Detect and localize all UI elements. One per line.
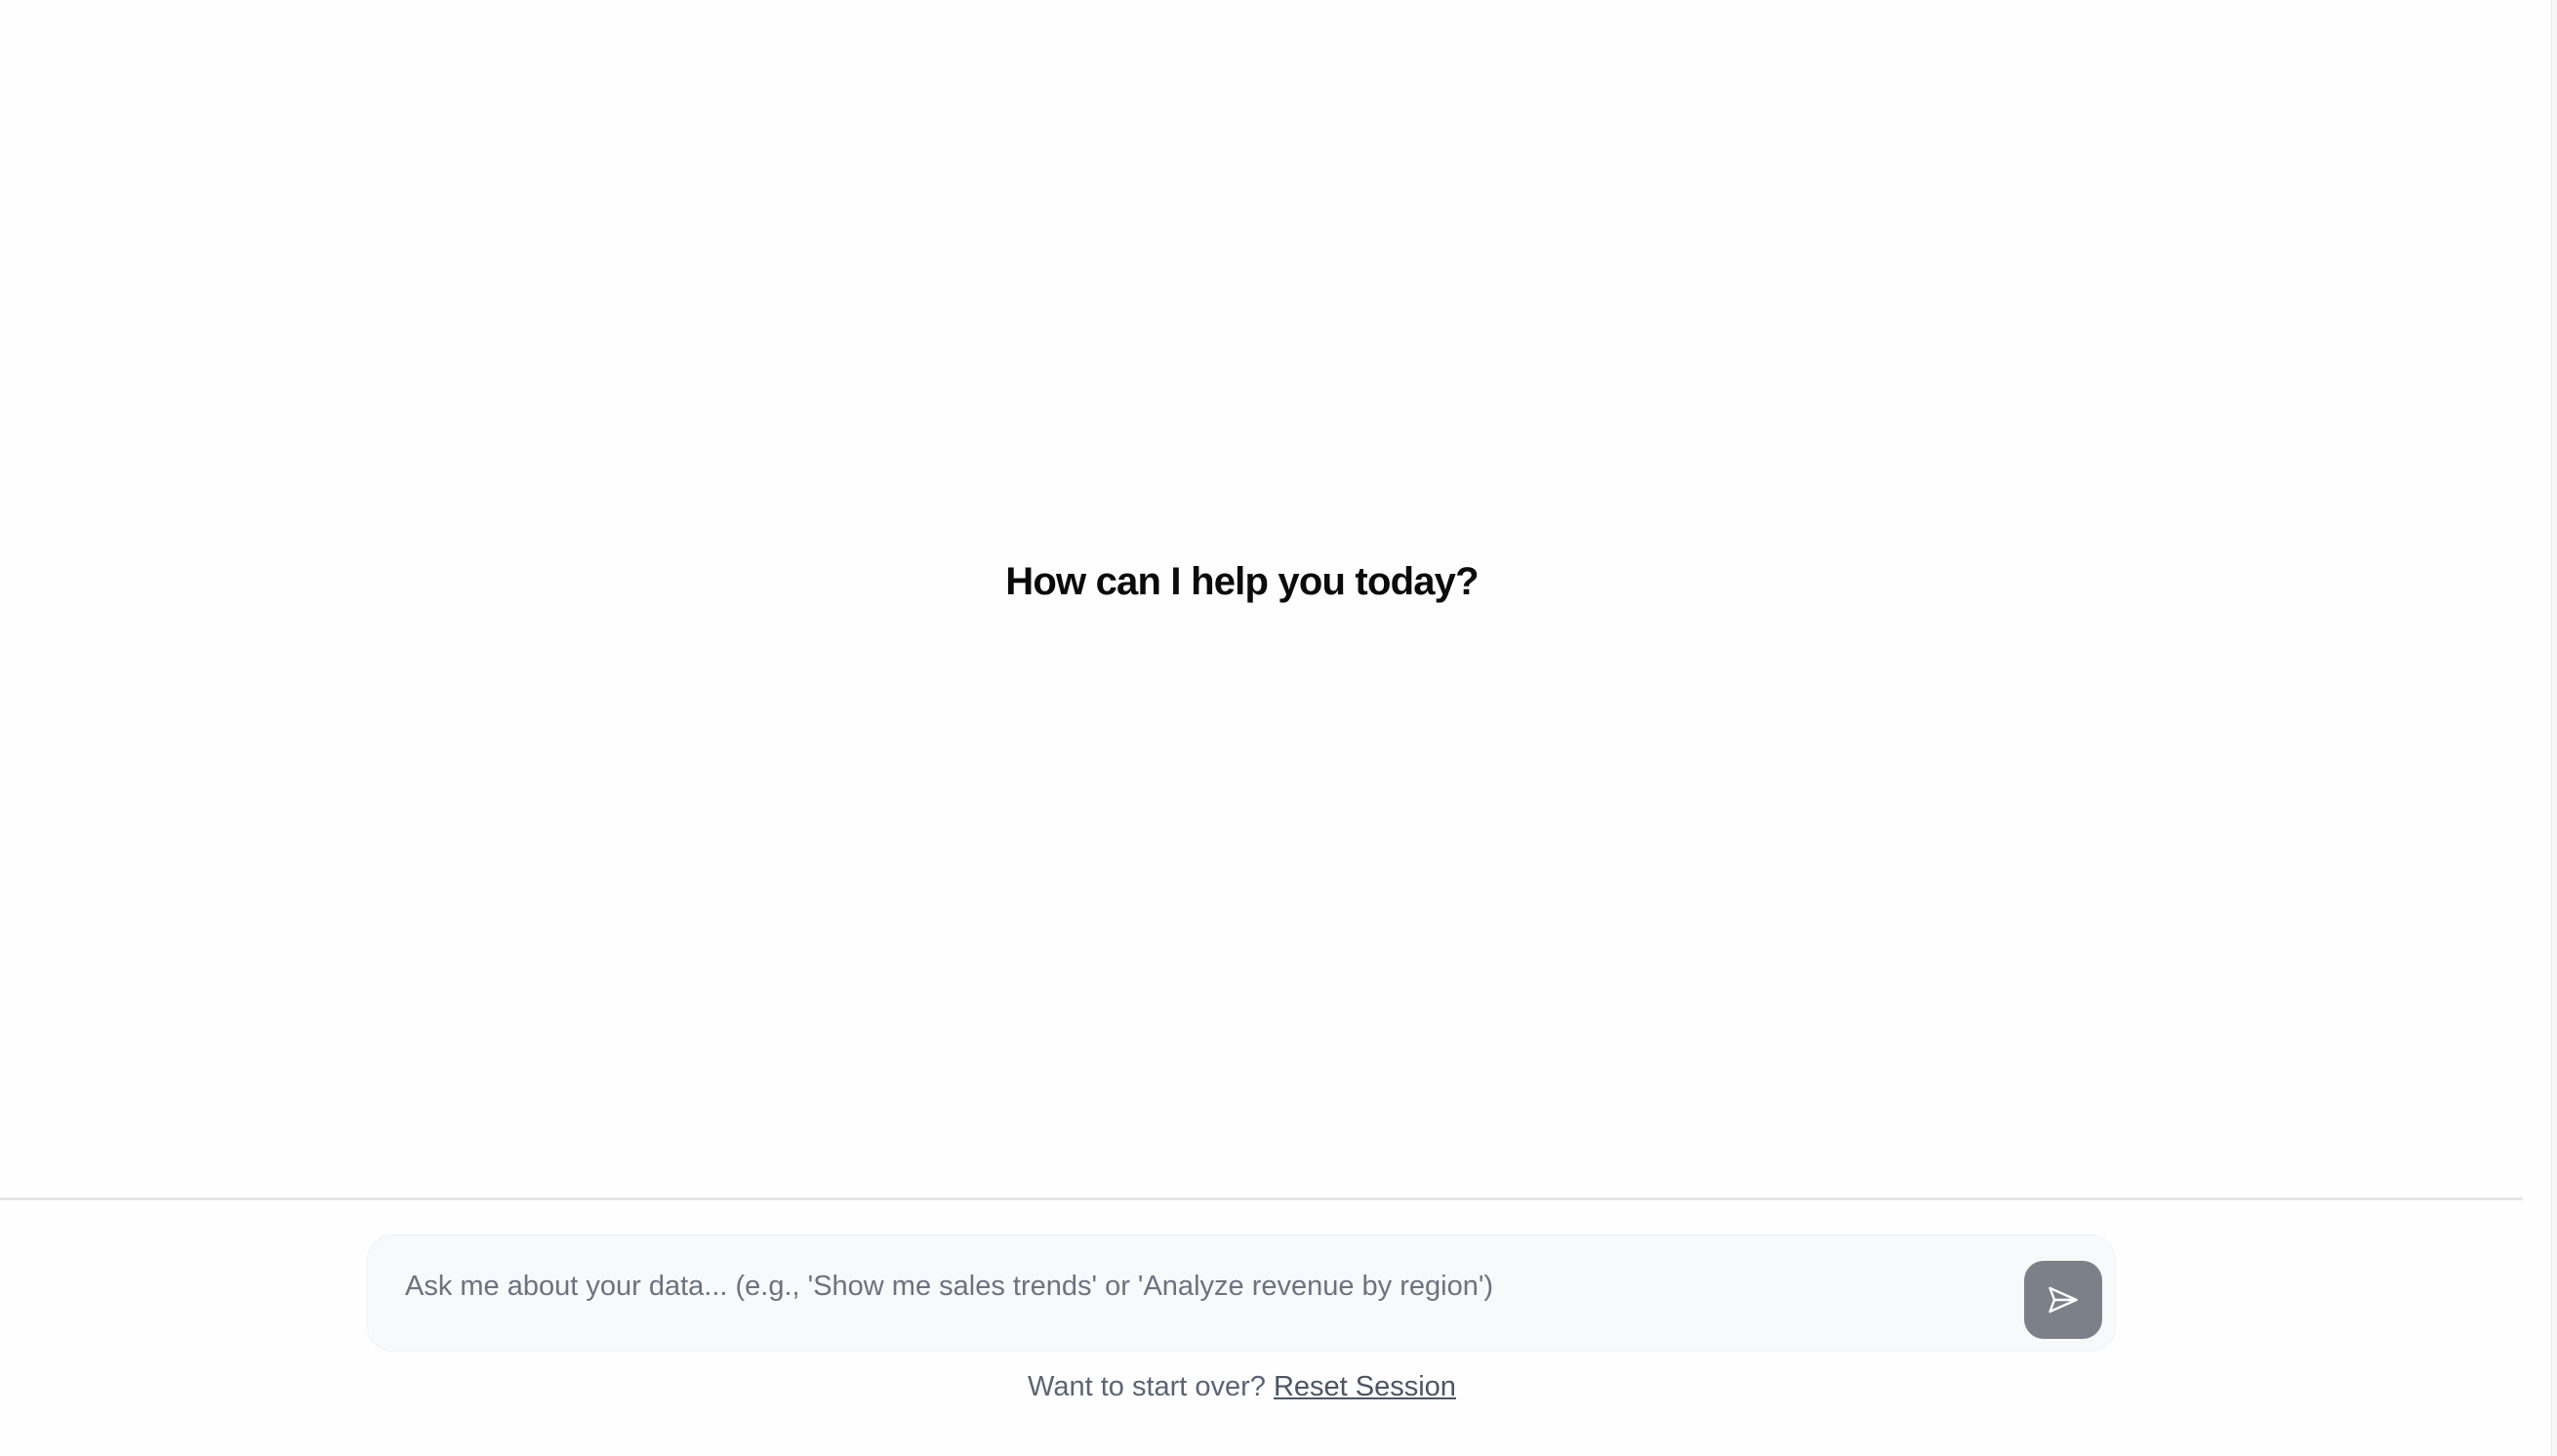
- welcome-title: How can I help you today?: [1005, 560, 1479, 603]
- reset-prompt-text: Want to start over?: [1028, 1371, 1266, 1402]
- composer-divider: [0, 1197, 2523, 1200]
- send-button[interactable]: [2024, 1261, 2102, 1339]
- chat-app: How can I help you today? Want to start …: [0, 0, 2557, 1456]
- chat-composer: [367, 1234, 2116, 1352]
- reset-session-row: Want to start over? Reset Session: [0, 1371, 2484, 1403]
- chat-message-area: How can I help you today?: [0, 0, 2523, 1198]
- page-scrollbar[interactable]: [2551, 0, 2557, 1456]
- send-arrow-icon: [2049, 1286, 2078, 1314]
- reset-session-link[interactable]: Reset Session: [1274, 1371, 1456, 1402]
- chat-input[interactable]: [405, 1263, 1967, 1310]
